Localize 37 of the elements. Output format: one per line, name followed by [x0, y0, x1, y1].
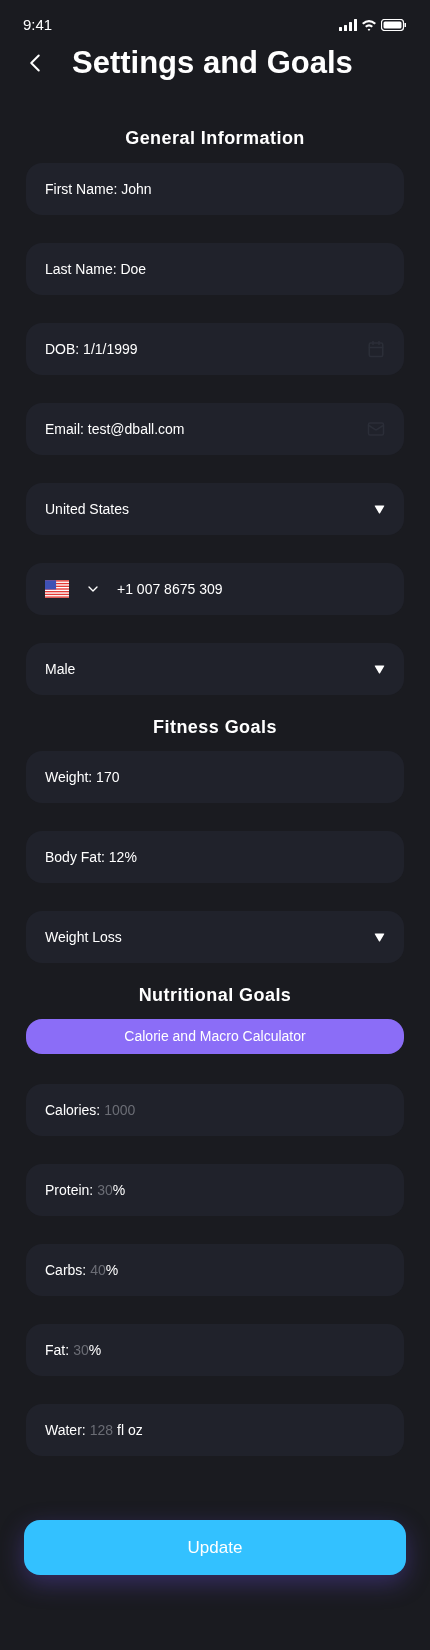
dropdown-field[interactable]: Weight Loss — [26, 911, 404, 963]
value-input[interactable]: 40 — [90, 1259, 106, 1281]
flag-icon — [45, 580, 69, 598]
calculator-button[interactable]: Calorie and Macro Calculator — [26, 1019, 404, 1054]
unit-label: fl oz — [117, 1420, 143, 1440]
section-title: Nutritional Goals — [137, 984, 293, 1007]
text-field[interactable]: Body Fat: 12% — [26, 831, 404, 883]
wifi-icon — [362, 19, 376, 31]
unit-label: % — [88, 1340, 102, 1360]
dropdown-field[interactable]: Male — [26, 643, 404, 695]
value-input[interactable]: 128 — [89, 1419, 114, 1441]
text-field[interactable]: Email: test@dball.com — [26, 403, 404, 455]
text-field[interactable]: First Name: John — [26, 163, 404, 215]
text-field[interactable]: Weight: 170 — [26, 751, 404, 803]
section-title: Fitness Goals — [152, 716, 278, 739]
signal-icon — [339, 19, 357, 31]
text-field[interactable]: Last Name: Doe — [26, 243, 404, 295]
page-title: Settings and Goals — [72, 43, 353, 82]
value-input[interactable]: 30 — [73, 1339, 89, 1361]
field-label: Calories: — [45, 1100, 101, 1120]
field-label: Carbs: — [45, 1260, 87, 1280]
field-label: Fat: — [45, 1340, 70, 1360]
value-input[interactable]: 30 — [97, 1179, 113, 1201]
status-time: 9:41 — [23, 14, 53, 35]
caret-icon — [374, 664, 385, 674]
text-field[interactable]: DOB: 1/1/1999 — [26, 323, 404, 375]
phone-field[interactable]: +1 007 8675 309 — [26, 563, 404, 615]
unit-label: % — [105, 1260, 119, 1280]
dropdown-field[interactable]: United States — [26, 483, 404, 535]
unit-label: % — [112, 1180, 126, 1200]
section-title: General Information — [124, 127, 306, 150]
field-label: Protein: — [45, 1180, 94, 1200]
battery-icon — [381, 19, 407, 31]
caret-icon — [374, 504, 385, 514]
caret-icon — [374, 932, 385, 942]
field-label: Water: — [45, 1420, 86, 1440]
value-input[interactable]: 1000 — [104, 1099, 136, 1121]
